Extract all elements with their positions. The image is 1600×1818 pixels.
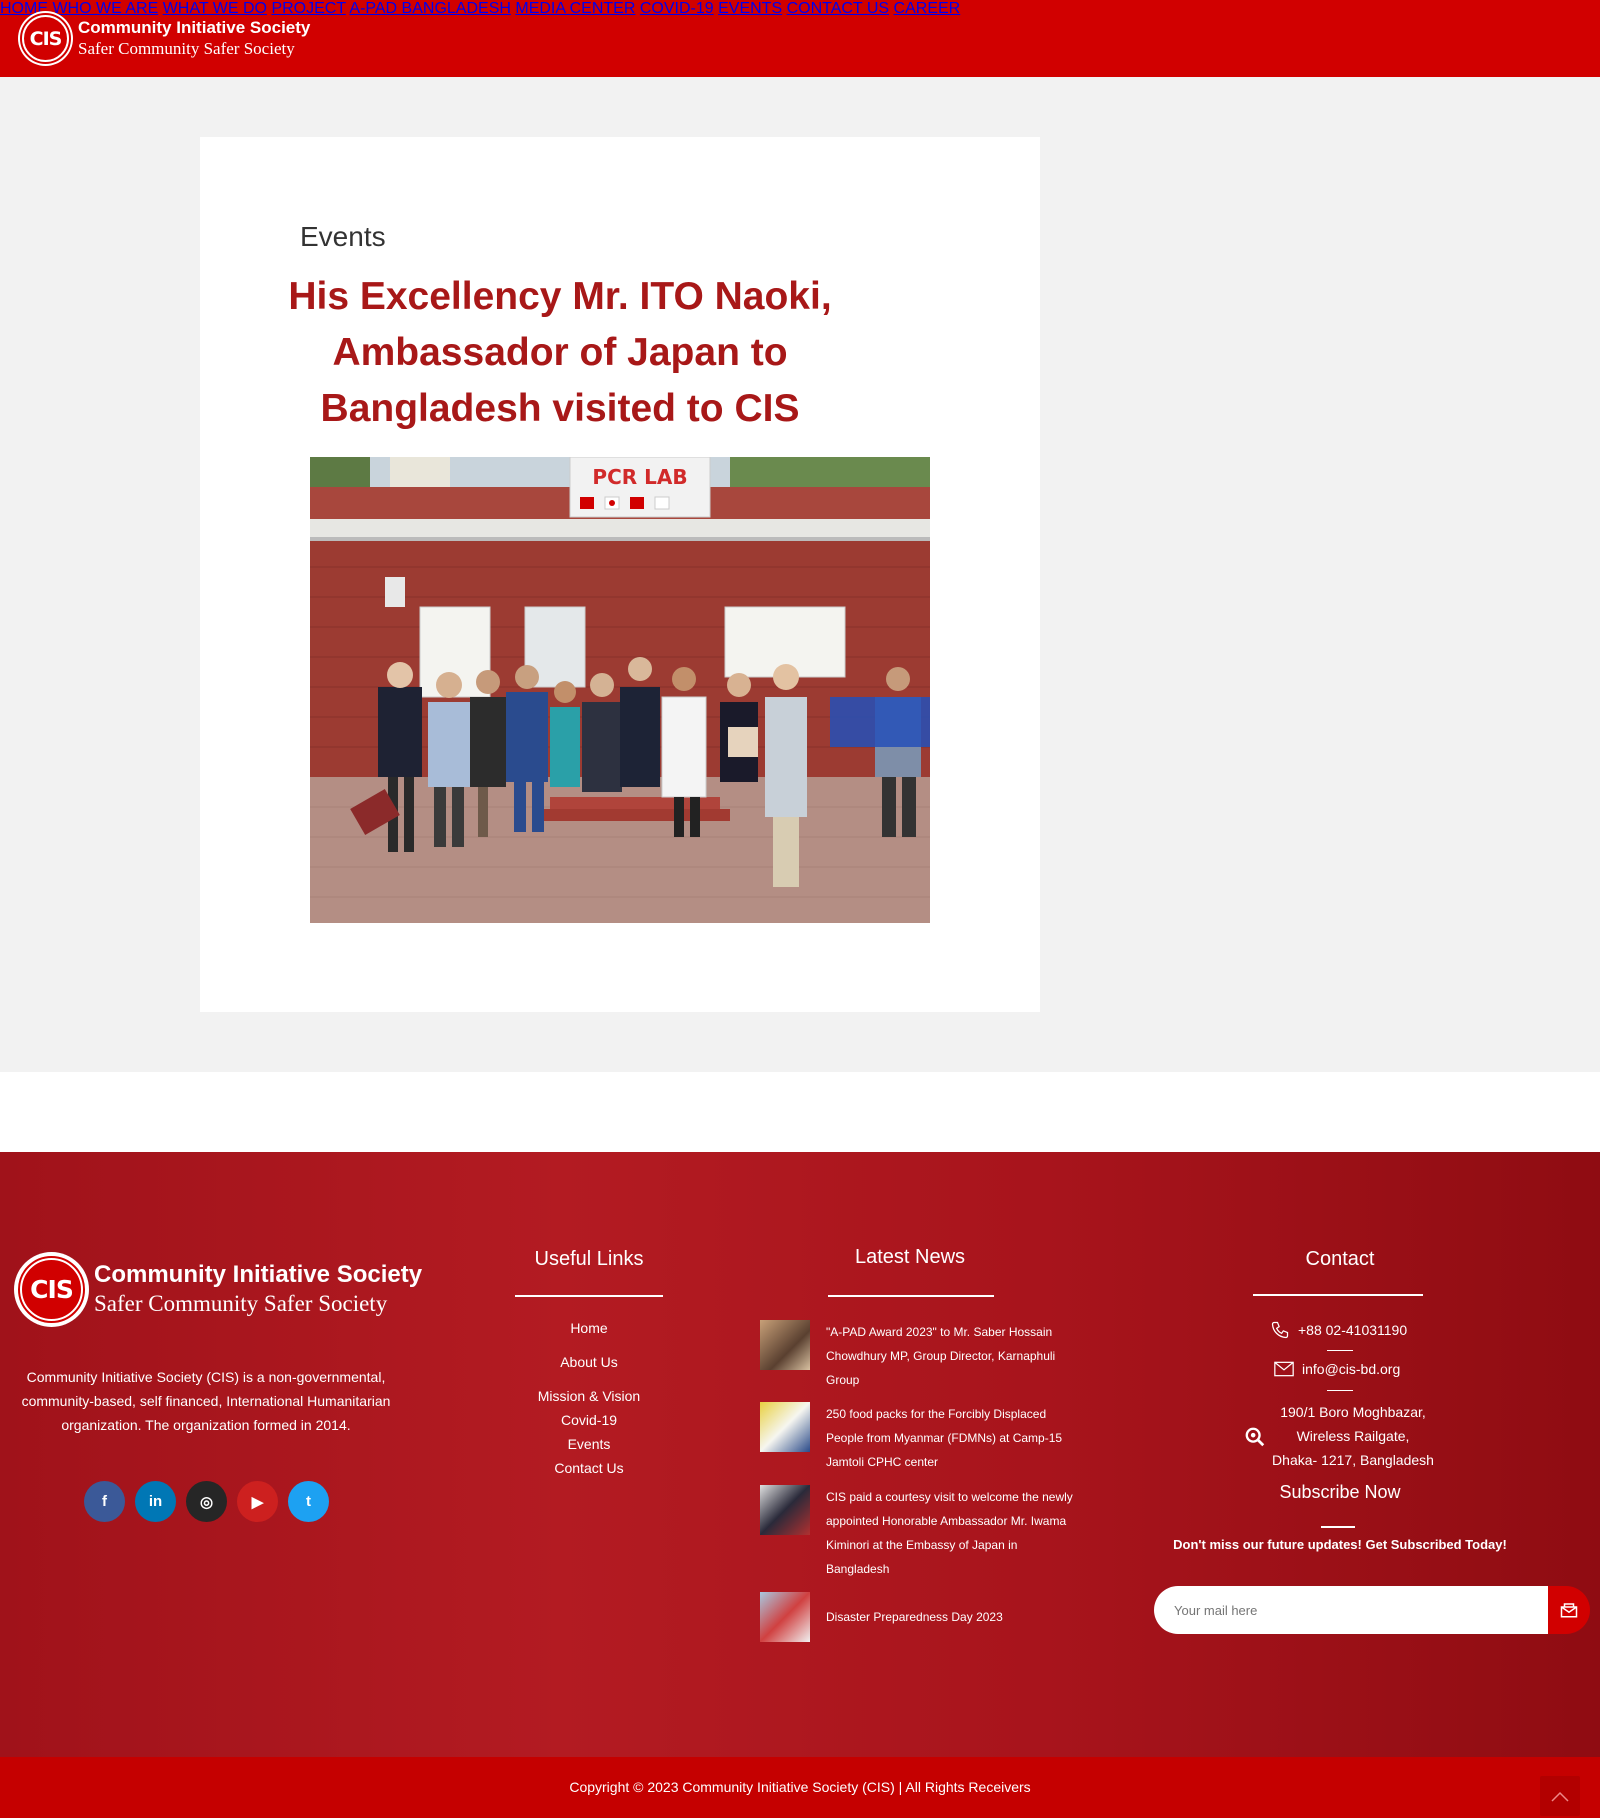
news-item[interactable]: CIS paid a courtesy visit to welcome the…	[760, 1485, 1074, 1581]
site-logo[interactable]: CIS Community Initiative Society Safer C…	[18, 11, 310, 66]
contact-email-text[interactable]: info@cis-bd.org	[1302, 1361, 1400, 1377]
logo-badge-text: CIS	[20, 13, 71, 64]
footer-about-text: Community Initiative Society (CIS) is a …	[21, 1369, 391, 1433]
nav-a-pad-bangladesh[interactable]: A-PAD BANGLADESH	[349, 0, 511, 17]
useful-links-heading: Useful Links	[534, 1248, 644, 1270]
news-item[interactable]: "A-PAD Award 2023" to Mr. Saber Hossain …	[760, 1320, 1074, 1392]
news-item[interactable]: 250 food packs for the Forcibly Displace…	[760, 1402, 1074, 1474]
subscribe-email-input[interactable]	[1154, 1586, 1550, 1634]
footer-brand-tagline: Safer Community Safer Society	[94, 1291, 388, 1317]
news-thumbnail[interactable]	[760, 1402, 810, 1452]
contact-separator	[1327, 1350, 1353, 1351]
instagram-icon[interactable]: ◎	[186, 1481, 227, 1522]
envelope-icon	[1560, 1603, 1578, 1618]
footer-link-mission-vision[interactable]: Mission & Vision	[519, 1388, 659, 1404]
footer-link-covid-19[interactable]: Covid-19	[519, 1412, 659, 1428]
post-card: Events His Excellency Mr. ITO Naoki, Amb…	[200, 137, 1040, 1012]
location-search-icon	[1245, 1427, 1265, 1447]
subscribe-form	[1154, 1586, 1590, 1634]
address-line: 190/1 Boro Moghbazar,	[1280, 1404, 1426, 1420]
back-to-top-button[interactable]	[1540, 1776, 1580, 1816]
mail-icon	[1274, 1361, 1294, 1377]
address-line: Dhaka- 1217, Bangladesh	[1272, 1452, 1434, 1468]
footer-link-events[interactable]: Events	[519, 1436, 659, 1452]
facebook-icon[interactable]: f	[84, 1481, 125, 1522]
footer-logo[interactable]: CIS Community Initiative Society Safer C…	[14, 1252, 422, 1327]
post-category[interactable]: Events	[300, 221, 386, 253]
footer-logo-text: Community Initiative Society Safer Commu…	[94, 1261, 422, 1317]
twitter-icon[interactable]: t	[288, 1481, 329, 1522]
nav-contact-us[interactable]: CONTACT US	[787, 0, 890, 17]
contact-phone-text[interactable]: +88 02-41031190	[1298, 1322, 1407, 1338]
subscribe-divider	[1321, 1526, 1355, 1528]
nav-media-center[interactable]: MEDIA CENTER	[515, 0, 635, 17]
news-title[interactable]: 250 food packs for the Forcibly Displace…	[826, 1402, 1074, 1474]
footer-link-about-us[interactable]: About Us	[519, 1354, 659, 1370]
contact-phone[interactable]: +88 02-41031190	[1270, 1320, 1407, 1340]
youtube-icon[interactable]: ▶	[237, 1481, 278, 1522]
nav-covid-19[interactable]: COVID-19	[640, 0, 714, 17]
contact-email[interactable]: info@cis-bd.org	[1274, 1361, 1400, 1377]
post-title: His Excellency Mr. ITO Naoki, Ambassador…	[288, 275, 832, 430]
logo-text: Community Initiative Society Safer Commu…	[78, 18, 310, 59]
linkedin-icon[interactable]: in	[135, 1481, 176, 1522]
address-line: Wireless Railgate,	[1296, 1428, 1410, 1444]
subscribe-heading: Subscribe Now	[1279, 1482, 1401, 1502]
news-item[interactable]: Disaster Preparedness Day 2023	[760, 1592, 1074, 1642]
nav-career[interactable]: CAREER	[894, 0, 961, 17]
chevron-up-icon	[1551, 1791, 1569, 1802]
site-header: CIS Community Initiative Society Safer C…	[0, 0, 1600, 77]
logo-badge: CIS	[18, 11, 73, 66]
footer-link-contact-us[interactable]: Contact Us	[519, 1460, 659, 1476]
footer-logo-badge: CIS	[14, 1252, 89, 1327]
copyright-text: Copyright © 2023 Community Initiative So…	[569, 1779, 1031, 1795]
news-thumbnail[interactable]	[760, 1485, 810, 1535]
post-photo: PCR LAB	[310, 457, 930, 923]
contact-heading: Contact	[1305, 1248, 1375, 1270]
social-links: f in ◎ ▶ t	[84, 1481, 329, 1522]
latest-news-divider	[828, 1295, 994, 1297]
news-title[interactable]: "A-PAD Award 2023" to Mr. Saber Hossain …	[826, 1320, 1074, 1392]
useful-links-divider	[515, 1295, 663, 1297]
photo-sign-text: PCR LAB	[592, 465, 687, 489]
nav-events[interactable]: EVENTS	[718, 0, 782, 17]
news-thumbnail[interactable]	[760, 1592, 810, 1642]
subscribe-button[interactable]	[1548, 1586, 1590, 1634]
footer-logo-badge-text: CIS	[18, 1256, 85, 1323]
subscribe-subtext: Don't miss our future updates! Get Subsc…	[1173, 1537, 1507, 1552]
news-title[interactable]: CIS paid a courtesy visit to welcome the…	[826, 1485, 1074, 1581]
news-title[interactable]: Disaster Preparedness Day 2023	[826, 1592, 1074, 1642]
news-thumbnail[interactable]	[760, 1320, 810, 1370]
copyright-bar: Copyright © 2023 Community Initiative So…	[0, 1757, 1600, 1818]
contact-separator	[1327, 1390, 1353, 1391]
footer-brand-name: Community Initiative Society	[94, 1261, 423, 1289]
phone-icon	[1271, 1321, 1289, 1339]
contact-divider	[1253, 1294, 1423, 1296]
brand-tagline: Safer Community Safer Society	[78, 38, 295, 58]
contact-address: 190/1 Boro Moghbazar, Wireless Railgate,…	[1270, 1400, 1436, 1472]
footer-link-home[interactable]: Home	[519, 1320, 659, 1336]
latest-news-heading: Latest News	[854, 1246, 966, 1268]
brand-name: Community Initiative Society	[78, 18, 311, 38]
